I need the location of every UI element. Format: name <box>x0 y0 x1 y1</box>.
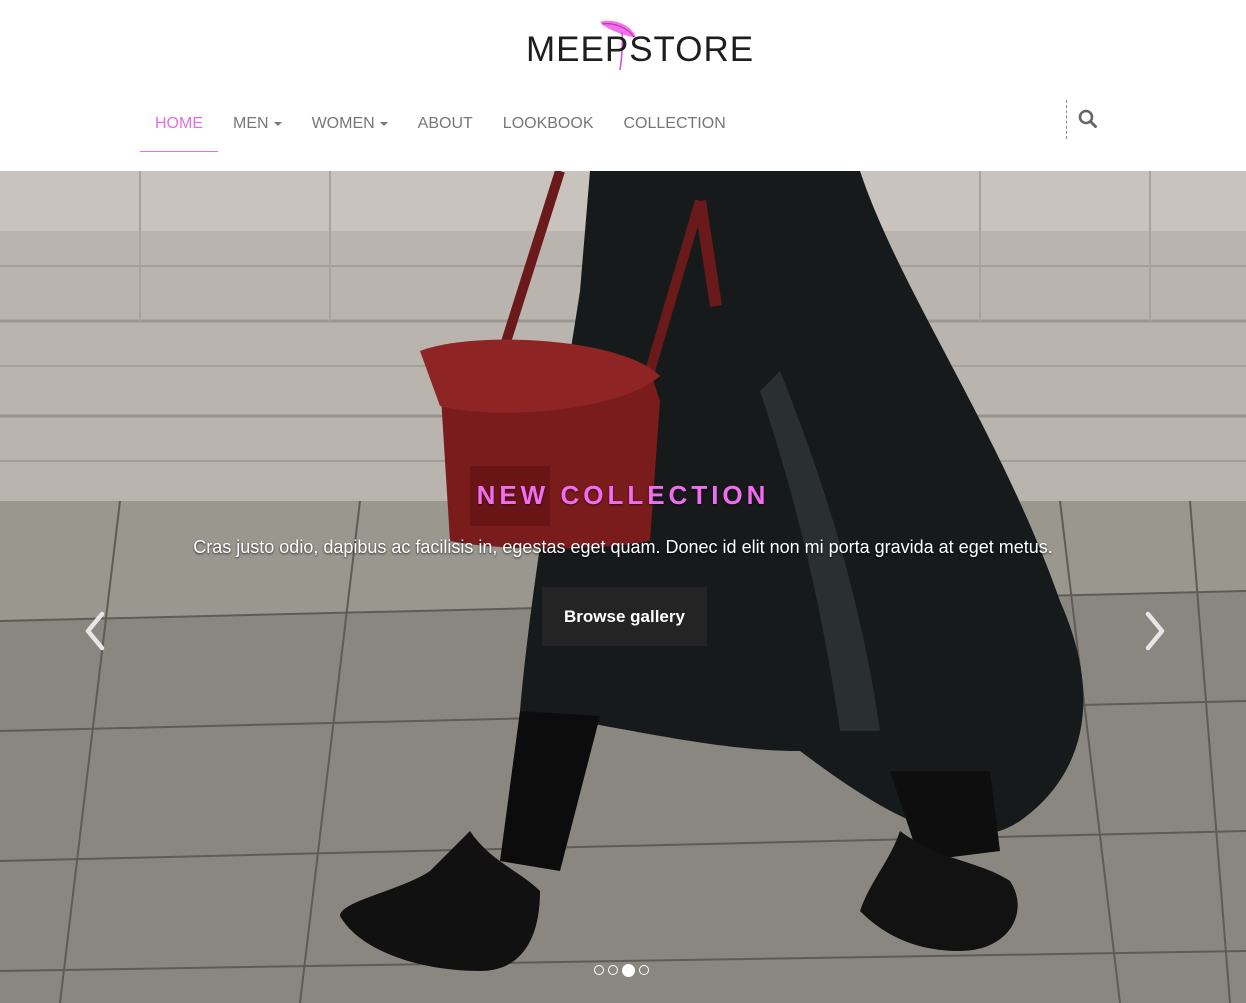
hero-text: Cras justo odio, dapibus ac facilisis in… <box>193 537 1053 557</box>
carousel-indicators <box>594 963 649 977</box>
chevron-right-icon <box>1145 611 1165 651</box>
nav-item-men[interactable]: MEN <box>218 100 297 152</box>
site-header: MEEPSTORE HOME MEN WOMEN ABOUT LOOKBOOK … <box>0 0 1246 171</box>
carousel-dot[interactable] <box>639 965 649 975</box>
hero-carousel: NEW COLLECTION Cras justo odio, dapibus … <box>0 171 1246 1003</box>
carousel-prev-button[interactable] <box>80 606 110 656</box>
browse-gallery-button[interactable]: Browse gallery <box>542 587 707 646</box>
nav-divider <box>1066 100 1067 139</box>
nav-item-collection[interactable]: COLLECTION <box>609 100 741 152</box>
carousel-dot[interactable] <box>608 965 618 975</box>
caret-down-icon <box>273 121 282 126</box>
nav-item-label: COLLECTION <box>623 115 726 132</box>
main-nav: HOME MEN WOMEN ABOUT LOOKBOOK COLLECTION <box>140 100 741 152</box>
search-icon <box>1078 109 1097 128</box>
nav-item-lookbook[interactable]: LOOKBOOK <box>488 100 609 152</box>
nav-item-label: ABOUT <box>417 115 473 132</box>
hero-caption: NEW COLLECTION Cras justo odio, dapibus … <box>0 171 1246 1003</box>
chevron-left-icon <box>85 611 105 651</box>
carousel-dot[interactable] <box>594 965 604 975</box>
brand-name: MEEPSTORE <box>526 30 755 69</box>
nav-item-label: HOME <box>155 115 203 132</box>
hero-title: NEW COLLECTION <box>476 480 770 510</box>
carousel-next-button[interactable] <box>1140 606 1170 656</box>
search-button[interactable] <box>1076 107 1100 131</box>
caret-down-icon <box>379 121 388 126</box>
brand-logo[interactable]: MEEPSTORE <box>526 20 753 74</box>
nav-item-home[interactable]: HOME <box>140 100 218 152</box>
nav-item-about[interactable]: ABOUT <box>403 100 488 152</box>
nav-item-label: MEN <box>233 115 269 132</box>
nav-item-label: LOOKBOOK <box>502 115 594 132</box>
nav-item-label: WOMEN <box>311 115 375 132</box>
nav-item-women[interactable]: WOMEN <box>297 100 403 152</box>
carousel-dot-active[interactable] <box>622 963 635 977</box>
